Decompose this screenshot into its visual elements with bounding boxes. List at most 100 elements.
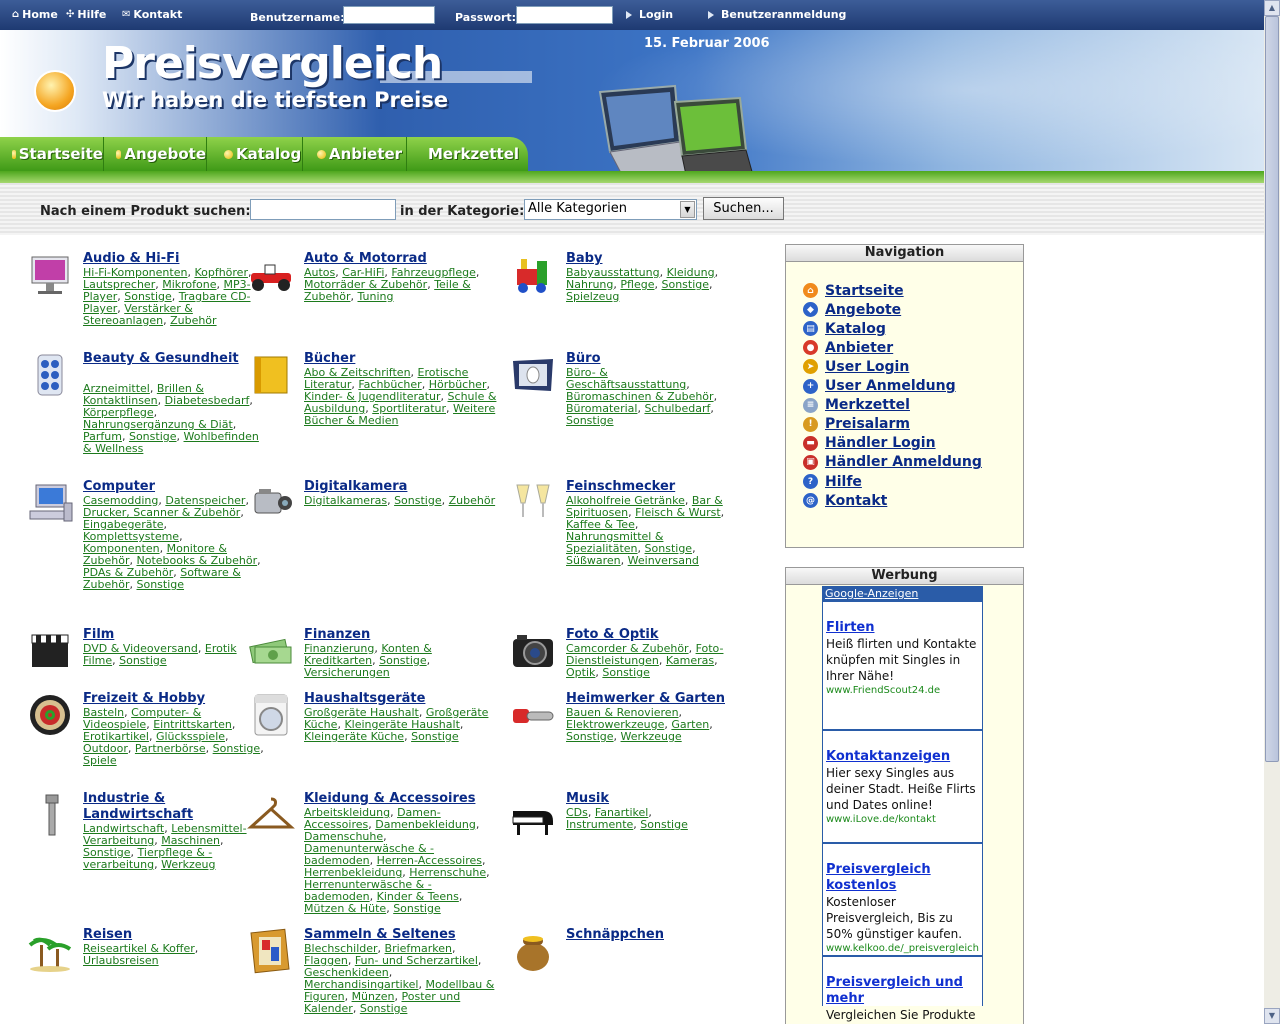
google-ads-label[interactable]: Google-Anzeigen <box>823 586 982 602</box>
category-title-link[interactable]: Audio & Hi-Fi <box>83 251 263 267</box>
palm-trees-icon[interactable] <box>26 927 74 975</box>
category-title-link[interactable]: Reisen <box>83 927 263 943</box>
ad-item[interactable]: Preisvergleich und mehr Vergleichen Sie P… <box>823 955 982 1024</box>
subcategory-link[interactable]: Sonstige <box>640 818 688 831</box>
subcategory-link[interactable]: Tuning <box>357 290 393 303</box>
scroll-up-icon[interactable]: ▲ <box>1264 0 1280 16</box>
subcategory-link[interactable]: Süßwaren <box>566 554 621 567</box>
nav-item-merkzettel[interactable]: ≡ Merkzettel <box>803 396 910 415</box>
ad-title-link[interactable]: Preisvergleich und mehr <box>826 975 979 1007</box>
computer-icon[interactable] <box>26 479 74 527</box>
money-icon[interactable] <box>247 627 295 675</box>
scroll-thumb[interactable] <box>1265 16 1279 762</box>
subcategory-link[interactable]: Pflege <box>620 278 654 291</box>
clapperboard-icon[interactable] <box>26 627 74 675</box>
camcorder-icon[interactable] <box>247 479 295 527</box>
category-title-link[interactable]: Industrie & Landwirtschaft <box>83 791 263 823</box>
subcategory-link[interactable]: Sonstige <box>119 654 167 667</box>
nav-item-händler-login[interactable]: ▬ Händler Login <box>803 434 936 453</box>
subcategory-link[interactable]: Werkzeuge <box>621 730 682 743</box>
subcategory-link[interactable]: Sonstige <box>661 278 709 291</box>
tab-angebote[interactable]: Angebote <box>104 137 207 171</box>
ad-item[interactable]: Flirten Heiß flirten und Kontakte knüpfen… <box>823 602 982 729</box>
subcategory-link[interactable]: Sonstige <box>360 1002 408 1015</box>
subcategory-link[interactable]: Sonstige <box>411 730 459 743</box>
subcategory-link[interactable]: Zubehör <box>449 494 495 507</box>
toy-train-icon[interactable] <box>509 251 557 299</box>
chevron-down-icon[interactable]: ▼ <box>680 201 695 218</box>
scroll-down-icon[interactable]: ▼ <box>1264 1008 1280 1024</box>
subcategory-link[interactable]: Spiele <box>83 754 117 767</box>
subcategory-link[interactable]: Fleisch & Wurst <box>635 506 721 519</box>
category-title-link[interactable]: Kleidung & Accessoires <box>304 791 484 807</box>
subcategory-link[interactable]: Urlaubsreisen <box>83 954 159 967</box>
register-button[interactable]: Benutzeranmeldung <box>708 8 846 21</box>
category-title-link[interactable]: Sammeln & Seltenes <box>304 927 484 943</box>
subcategory-link[interactable]: Werkzeug <box>161 858 215 871</box>
subcategory-link[interactable]: Sonstige <box>566 414 614 427</box>
category-title-link[interactable]: Computer <box>83 479 263 495</box>
category-title-link[interactable]: Büro <box>566 351 746 367</box>
chainsaw-icon[interactable] <box>509 691 557 739</box>
hanger-icon[interactable] <box>247 791 295 839</box>
subcategory-link[interactable]: Sonstige <box>566 730 614 743</box>
ad-item[interactable]: Preisvergleich kostenlos Kostenloser Prei… <box>823 842 982 955</box>
subcategory-link[interactable]: Sonstige <box>393 902 441 915</box>
password-input[interactable] <box>516 6 613 24</box>
money-pot-icon[interactable] <box>509 927 557 975</box>
nav-item-preisalarm[interactable]: ! Preisalarm <box>803 415 910 434</box>
login-button[interactable]: Login <box>626 8 673 21</box>
ad-item[interactable]: Kontaktanzeigen Hier sexy Singles aus dei… <box>823 729 982 842</box>
subcategory-link[interactable]: Sonstige <box>394 494 442 507</box>
subcategory-link[interactable]: Digitalkameras <box>304 494 387 507</box>
subcategory-link[interactable]: Kleingeräte Küche <box>304 730 404 743</box>
subcategory-link[interactable]: Mützen & Hüte <box>304 902 386 915</box>
nav-item-anbieter[interactable]: ● Anbieter <box>803 338 893 357</box>
subcategory-link[interactable]: Spielzeug <box>566 290 619 303</box>
subcategory-link[interactable]: Optik <box>566 666 595 679</box>
category-title-link[interactable]: Schnäppchen <box>566 927 746 943</box>
category-select[interactable]: Alle Kategorien ▼ <box>524 199 697 220</box>
subcategory-link[interactable]: Weinversand <box>628 554 699 567</box>
nav-item-katalog[interactable]: ▤ Katalog <box>803 319 886 338</box>
ad-title-link[interactable]: Kontaktanzeigen <box>826 749 979 765</box>
race-car-icon[interactable] <box>247 251 295 299</box>
subcategory-link[interactable]: Sonstige <box>213 742 261 755</box>
subcategory-link[interactable]: Versicherungen <box>304 666 390 679</box>
dartboard-icon[interactable] <box>26 691 74 739</box>
nav-item-user-login[interactable]: ➤ User Login <box>803 357 909 376</box>
help-link[interactable]: ✣ Hilfe <box>66 8 106 21</box>
nav-item-kontakt[interactable]: @ Kontakt <box>803 491 887 510</box>
champagne-glasses-icon[interactable] <box>509 479 557 527</box>
username-input[interactable] <box>343 6 435 24</box>
subcategory-link[interactable]: Schulbedarf <box>644 402 710 415</box>
ad-title-link[interactable]: Preisvergleich kostenlos <box>826 862 979 894</box>
category-title-link[interactable]: Digitalkamera <box>304 479 484 495</box>
category-title-link[interactable]: Haushaltsgeräte <box>304 691 484 707</box>
tab-merkzettel[interactable]: Merkzettel <box>407 137 519 171</box>
subcategory-link[interactable]: Partnerbörse <box>135 742 206 755</box>
book-icon[interactable] <box>247 351 295 399</box>
subcategory-link[interactable]: Sonstige <box>136 578 184 591</box>
tv-icon[interactable] <box>26 251 74 299</box>
bolt-screw-icon[interactable] <box>26 791 74 839</box>
category-title-link[interactable]: Freizeit & Hobby <box>83 691 263 707</box>
home-link[interactable]: ⌂ Home <box>12 8 58 21</box>
vertical-scrollbar[interactable]: ▲ ▼ <box>1264 0 1280 1024</box>
category-title-link[interactable]: Heimwerker & Garten <box>566 691 746 707</box>
piano-icon[interactable] <box>509 791 557 839</box>
nav-item-hilfe[interactable]: ? Hilfe <box>803 472 862 491</box>
ad-url[interactable]: www.kelkoo.de/_preisvergleich <box>826 942 979 956</box>
subcategory-link[interactable]: Damenbekleidung <box>375 818 476 831</box>
subcategory-link[interactable]: Büro- & Geschäftsausstattung <box>566 366 686 391</box>
subcategory-link[interactable]: Instrumente <box>566 818 633 831</box>
ad-url[interactable]: www.iLove.de/kontakt <box>826 813 979 827</box>
tab-startseite[interactable]: Startseite <box>12 137 104 171</box>
camera-icon[interactable] <box>509 627 557 675</box>
category-title-link[interactable]: Auto & Motorrad <box>304 251 484 267</box>
category-title-link[interactable]: Musik <box>566 791 746 807</box>
mouse-pad-icon[interactable] <box>509 351 557 399</box>
subcategory-link[interactable]: Diabetesbedarf <box>165 394 250 407</box>
category-title-link[interactable]: Finanzen <box>304 627 484 643</box>
category-title-link[interactable]: Bücher <box>304 351 484 367</box>
